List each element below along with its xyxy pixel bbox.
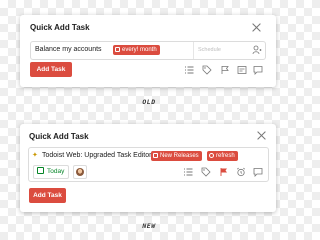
alarm-icon[interactable] — [236, 167, 246, 177]
old-add-task-button[interactable]: Add Task — [30, 62, 72, 77]
new-quick-add-dialog: Quick Add Task ✦ Todoist Web: Upgraded T… — [20, 124, 276, 212]
project-icon — [153, 153, 158, 158]
tag-icon[interactable] — [202, 65, 212, 75]
old-task-input[interactable]: Balance my accounts every! month Schedul… — [30, 41, 266, 60]
label-icon — [209, 153, 214, 158]
sparkle-icon: ✦ — [32, 152, 38, 159]
comment-icon[interactable] — [253, 167, 263, 177]
close-icon[interactable] — [252, 23, 261, 32]
flag-icon[interactable] — [219, 167, 229, 177]
alarm-icon[interactable] — [237, 65, 247, 75]
old-caption: OLD — [142, 98, 156, 106]
old-dialog-title: Quick Add Task — [30, 23, 90, 32]
project-chip: New Releases — [151, 151, 202, 161]
assign-icon[interactable] — [252, 45, 262, 55]
project-chip-label: New Releases — [160, 153, 199, 159]
old-task-text: Balance my accounts — [35, 46, 102, 53]
list-icon[interactable] — [184, 65, 194, 75]
comment-icon[interactable] — [253, 65, 263, 75]
avatar[interactable] — [73, 165, 87, 179]
calendar-icon — [115, 47, 120, 52]
new-task-text: Todoist Web: Upgraded Task Editor — [42, 152, 152, 159]
list-icon[interactable] — [183, 167, 193, 177]
due-date-button[interactable]: Today — [33, 165, 70, 179]
calendar-icon — [37, 167, 44, 174]
label-chip-label: refresh — [216, 153, 235, 159]
flag-icon[interactable] — [220, 65, 230, 75]
recurrence-chip-label: every! month — [122, 47, 157, 53]
recurrence-chip: every! month — [113, 45, 160, 55]
old-quick-add-dialog: Quick Add Task Balance my accounts every… — [20, 15, 276, 87]
new-task-editor[interactable]: ✦ Todoist Web: Upgraded Task Editor New … — [28, 147, 269, 182]
new-caption: NEW — [142, 222, 156, 230]
field-divider — [193, 42, 194, 59]
close-icon[interactable] — [257, 131, 266, 140]
label-chip: refresh — [207, 151, 238, 161]
tag-icon[interactable] — [201, 167, 211, 177]
schedule-input[interactable]: Schedule — [198, 47, 221, 53]
new-dialog-title: Quick Add Task — [29, 132, 89, 141]
new-add-task-button[interactable]: Add Task — [29, 188, 66, 203]
due-date-label: Today — [47, 168, 65, 175]
